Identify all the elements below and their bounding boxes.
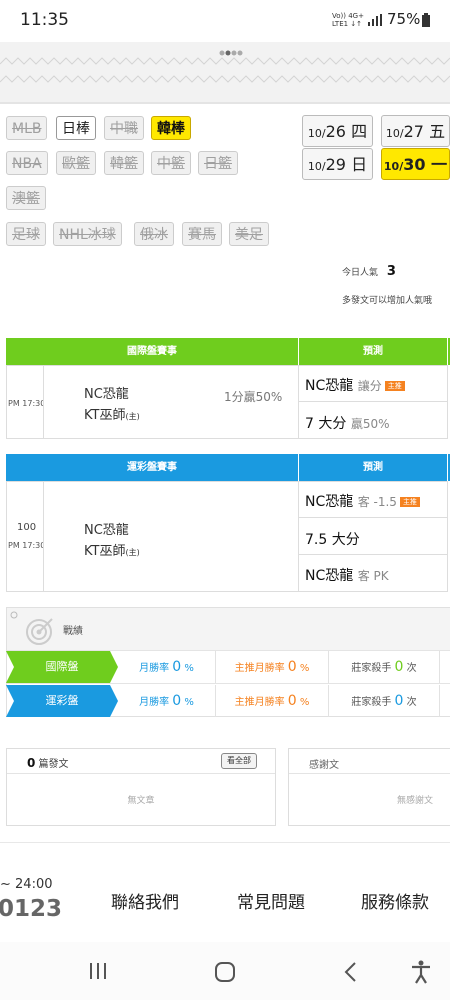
- dot-icon: [10, 611, 18, 619]
- intl-odds: 1分贏50%: [224, 390, 283, 404]
- posts-count-label: 0 篇發文: [27, 756, 69, 770]
- sport-button-nba[interactable]: NBA: [6, 151, 48, 175]
- faq-link[interactable]: 常見問題: [237, 888, 305, 913]
- main-pick-badge: 主推: [399, 497, 420, 507]
- lottery-pred-header: 預測: [299, 454, 447, 481]
- zigzag-pattern: [0, 50, 450, 83]
- home-icon[interactable]: [214, 961, 236, 983]
- sport-button-horse-racing[interactable]: 賽馬: [182, 222, 222, 246]
- intl-home-team: KT巫師(主): [84, 408, 140, 423]
- intl-header: 國際盤賽事: [6, 338, 298, 365]
- sport-button-eu-basketball[interactable]: 歐籃: [56, 151, 96, 175]
- intl-time-cell: PM 17:30: [6, 365, 46, 439]
- popularity-label: 今日人氣: [342, 268, 379, 278]
- popularity: 今日人氣 3: [342, 264, 396, 279]
- intl-monthly-rate: 月勝率 0 %: [118, 651, 216, 683]
- network-indicator: Vo)) 4G+ LTE1 ↓↑: [332, 12, 364, 28]
- lottery-time-cell: 100 PM 17:30: [6, 481, 46, 592]
- sport-button-au-basketball[interactable]: 澳籃: [6, 186, 46, 210]
- clock: 11:35: [20, 10, 69, 30]
- sport-button-cn-basketball[interactable]: 中籃: [151, 151, 191, 175]
- intl-pred-2[interactable]: 7 大分 贏50%: [298, 401, 448, 439]
- accessibility-icon[interactable]: [410, 960, 432, 984]
- posts-panel: 0 篇發文 看全部 無文章: [6, 748, 276, 826]
- divider: [0, 102, 450, 104]
- date-button-1026[interactable]: 10/26 四: [302, 115, 373, 147]
- record-row-intl: 國際盤 月勝率 0 % 主推月勝率 0 % 莊家殺手 0 次: [6, 651, 450, 684]
- record-title: 戰績: [63, 626, 83, 637]
- battery-icon: [422, 13, 430, 27]
- lottery-match-cell: NC恐龍 KT巫師(主): [43, 481, 299, 592]
- date-button-1029[interactable]: 10/29 日: [302, 148, 373, 180]
- lottery-killer-count: 莊家殺手 0 次: [329, 685, 440, 717]
- lottery-number: 100: [17, 522, 37, 533]
- intl-killer-count: 莊家殺手 0 次: [329, 651, 440, 683]
- banner: [0, 42, 450, 102]
- lottery-time: PM 17:30: [8, 541, 46, 550]
- intl-pred-1[interactable]: NC恐龍 讓分 主推: [298, 365, 448, 402]
- battery-level: 75%: [387, 10, 421, 28]
- lottery-header: 運彩盤賽事: [6, 454, 298, 481]
- sport-button-kr-basketball[interactable]: 韓籃: [104, 151, 144, 175]
- date-button-1027[interactable]: 10/27 五: [381, 115, 450, 147]
- record-label-intl: 國際盤: [45, 660, 79, 673]
- intl-away-team: NC恐龍: [84, 387, 129, 402]
- lottery-pred-1[interactable]: NC恐龍 客 -1.5 主推: [298, 481, 448, 518]
- phone-number: 0123: [0, 896, 63, 922]
- lottery-main-rate: 主推月勝率 0 %: [216, 685, 329, 717]
- intl-time: PM 17:30: [8, 399, 46, 408]
- intl-match-cell: NC恐龍 KT巫師(主) 1分贏50%: [43, 365, 299, 439]
- signal-icon: [368, 14, 382, 26]
- popularity-hint: 多發文可以增加人氣哦: [342, 296, 433, 306]
- sport-button-mlb[interactable]: MLB: [6, 116, 48, 140]
- thanks-label: 感謝文: [309, 760, 339, 771]
- sport-button-soccer[interactable]: 足球: [6, 222, 46, 246]
- sport-button-kr-baseball[interactable]: 韓棒: [151, 116, 191, 140]
- status-bar: 11:35 Vo)) 4G+ LTE1 ↓↑ 75%: [0, 0, 450, 42]
- sport-button-ru-hockey[interactable]: 俄冰: [134, 222, 174, 246]
- sport-button-us-football[interactable]: 美足: [229, 222, 269, 246]
- recent-apps-icon[interactable]: [88, 961, 108, 981]
- sport-button-jp-basketball[interactable]: 日籃: [198, 151, 238, 175]
- intl-pred-header: 預測: [299, 338, 447, 365]
- main-pick-badge: 主推: [384, 381, 405, 391]
- target-icon: [26, 618, 53, 645]
- service-hours: ~ 24:00: [0, 877, 53, 892]
- footer-divider: [0, 842, 450, 843]
- record-row-lottery: 運彩盤 月勝率 0 % 主推月勝率 0 % 莊家殺手 0 次: [6, 685, 450, 717]
- view-all-button[interactable]: 看全部: [221, 753, 257, 769]
- back-icon[interactable]: [343, 961, 359, 983]
- no-thanks-text: 無感謝文: [397, 796, 434, 806]
- no-posts-text: 無文章: [127, 796, 155, 806]
- popularity-value: 3: [386, 264, 396, 279]
- terms-link[interactable]: 服務條款: [361, 888, 429, 913]
- contact-link[interactable]: 聯絡我們: [111, 888, 179, 913]
- intl-main-rate: 主推月勝率 0 %: [216, 651, 329, 683]
- sport-button-jp-baseball[interactable]: 日棒: [56, 116, 96, 140]
- sport-button-cpbl[interactable]: 中職: [104, 116, 144, 140]
- lottery-pred-2[interactable]: 7.5 大分: [298, 517, 448, 555]
- date-button-1030[interactable]: 10/30 一: [381, 148, 450, 180]
- sport-button-nhl[interactable]: NHL冰球: [53, 222, 122, 246]
- lottery-monthly-rate: 月勝率 0 %: [118, 685, 216, 717]
- lottery-home-team: KT巫師(主): [84, 544, 140, 559]
- lottery-pred-3[interactable]: NC恐龍 客 PK: [298, 554, 448, 592]
- lottery-away-team: NC恐龍: [84, 523, 129, 538]
- thanks-panel: 感謝文 無感謝文: [288, 748, 450, 826]
- record-label-lottery: 運彩盤: [45, 694, 79, 707]
